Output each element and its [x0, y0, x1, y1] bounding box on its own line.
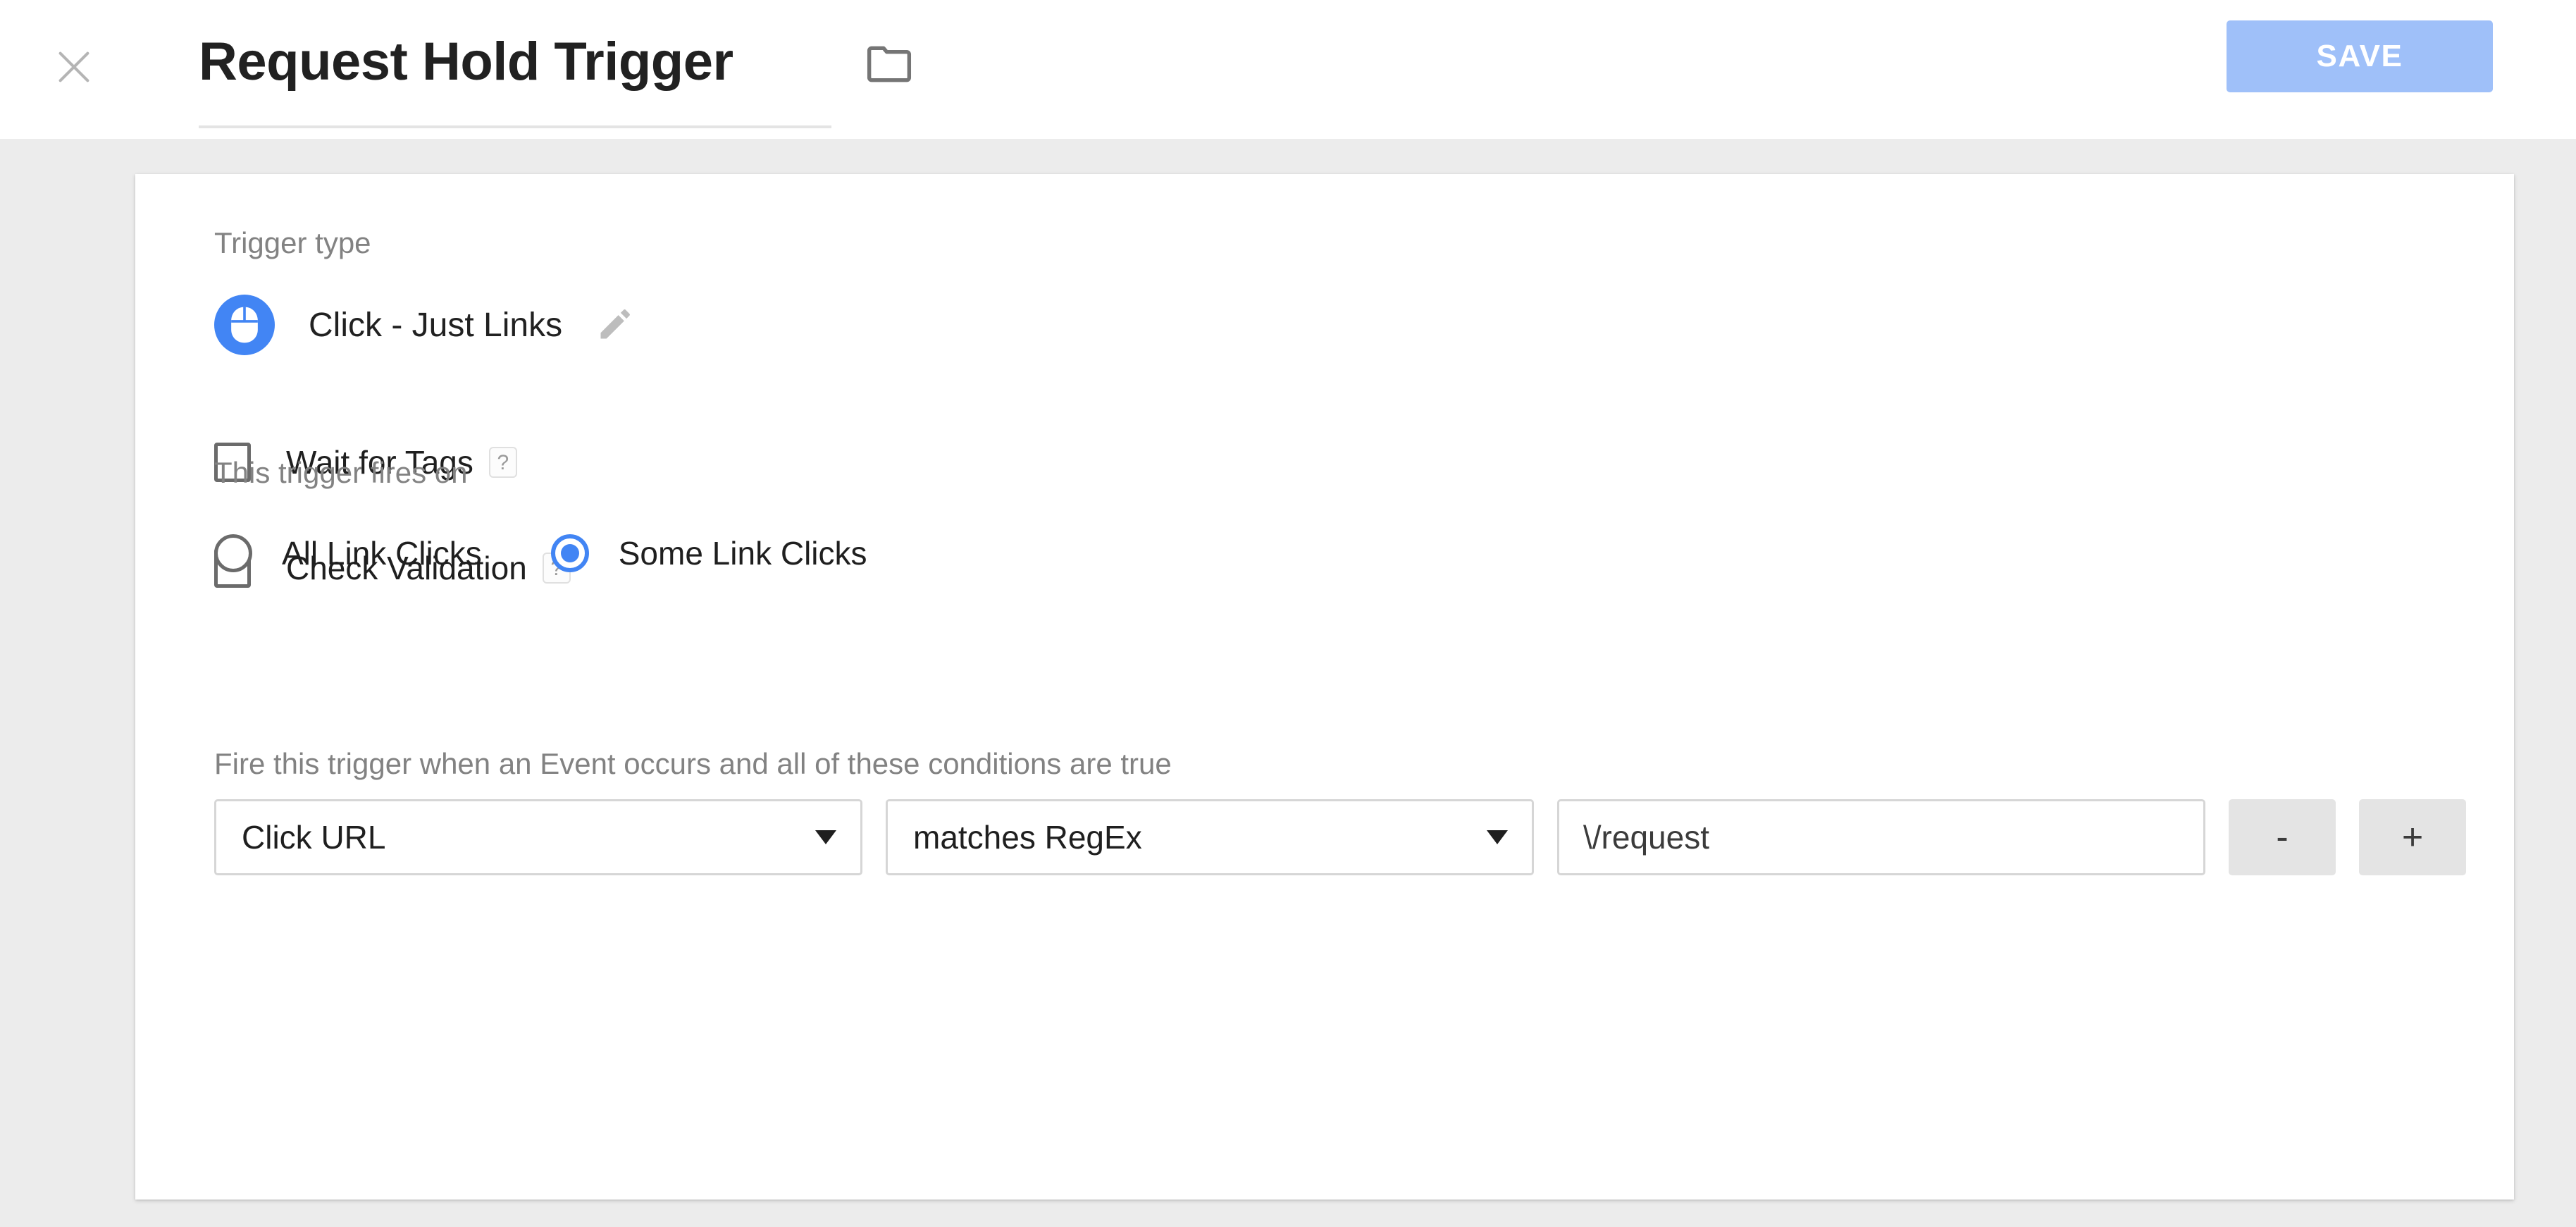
- condition-row: Click URL matches RegEx - +: [214, 799, 2466, 875]
- condition-value-input[interactable]: [1557, 799, 2205, 875]
- trigger-type-name: Click - Just Links: [309, 306, 563, 344]
- close-icon[interactable]: [54, 47, 94, 87]
- chevron-down-icon: [1487, 830, 1508, 844]
- wait-for-tags-help-icon[interactable]: ?: [488, 447, 517, 478]
- radio-item-all-link-clicks[interactable]: All Link Clicks: [214, 534, 482, 572]
- condition-operator-value: matches RegEx: [913, 819, 1142, 856]
- all-link-clicks-radio[interactable]: [214, 534, 252, 572]
- fires-on-label: This trigger fires on: [214, 456, 468, 489]
- trigger-type-row: Click - Just Links: [214, 285, 633, 364]
- pencil-icon[interactable]: [596, 307, 633, 343]
- title-underline: [199, 125, 831, 128]
- all-link-clicks-label: All Link Clicks: [282, 535, 482, 572]
- save-button[interactable]: SAVE: [2227, 20, 2493, 92]
- radio-item-some-link-clicks[interactable]: Some Link Clicks: [550, 534, 867, 572]
- fires-on-radio-group: All Link Clicks Some Link Clicks: [214, 526, 867, 580]
- mouse-icon: [214, 295, 275, 355]
- some-link-clicks-label: Some Link Clicks: [618, 535, 867, 572]
- remove-condition-button[interactable]: -: [2229, 799, 2336, 875]
- add-condition-button[interactable]: +: [2359, 799, 2466, 875]
- dialog-header: Request Hold Trigger SAVE: [0, 0, 2576, 139]
- chevron-down-icon: [815, 830, 836, 844]
- condition-operator-select[interactable]: matches RegEx: [886, 799, 1534, 875]
- page-title[interactable]: Request Hold Trigger: [199, 27, 833, 97]
- folder-icon[interactable]: [865, 44, 913, 85]
- condition-variable-value: Click URL: [242, 819, 386, 856]
- condition-variable-select[interactable]: Click URL: [214, 799, 862, 875]
- trigger-name-field-wrap: Request Hold Trigger: [199, 27, 833, 128]
- conditions-label: Fire this trigger when an Event occurs a…: [214, 747, 1172, 780]
- trigger-config-card: Trigger type Click - Just Links Wait for…: [135, 174, 2514, 1200]
- some-link-clicks-radio[interactable]: [550, 534, 589, 572]
- trigger-type-label: Trigger type: [214, 226, 371, 259]
- radio-selected-dot: [560, 544, 579, 562]
